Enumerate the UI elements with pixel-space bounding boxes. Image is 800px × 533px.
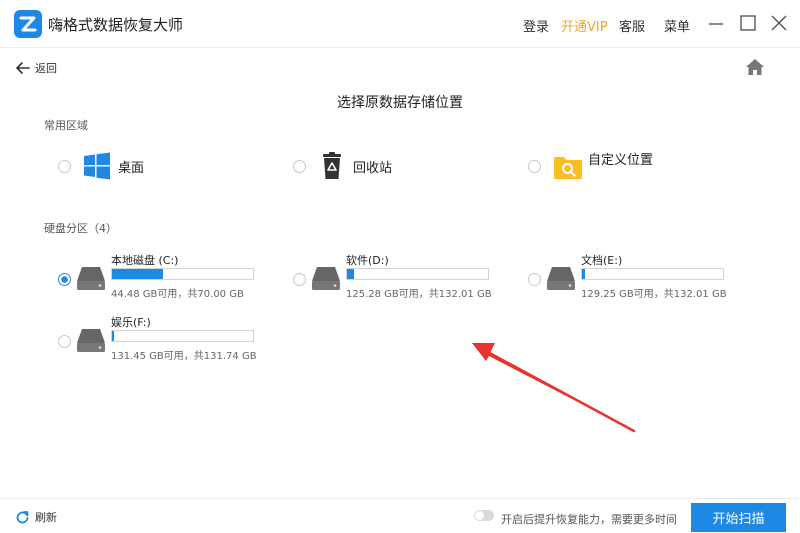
drive-name: 本地磁盘 (C:) [111, 254, 179, 267]
hard-disk-icon [75, 326, 107, 354]
drive-name: 娱乐(F:) [111, 316, 151, 329]
app-title: 嗨格式数据恢复大师 [48, 16, 184, 34]
menu-link[interactable]: 菜单 [664, 16, 690, 35]
title-bar: 嗨格式数据恢复大师 登录 开通VIP 客服 菜单 [0, 0, 800, 48]
back-button[interactable]: 返回 [16, 60, 57, 76]
home-icon[interactable] [745, 58, 765, 76]
drive-radio[interactable] [293, 273, 306, 286]
refresh-icon [16, 510, 29, 523]
drive-item-c[interactable]: 本地磁盘 (C:) 44.48 GB可用，共70.00 GB [58, 252, 258, 308]
drive-name: 文档(E:) [581, 254, 623, 267]
drive-capacity: 125.28 GB可用，共132.01 GB [346, 289, 492, 300]
common-section-label: 常用区域 [44, 119, 88, 132]
drive-usage-fill [347, 269, 355, 279]
hard-disk-icon [310, 264, 342, 292]
login-link[interactable]: 登录 [523, 16, 549, 35]
app-logo-icon [14, 10, 42, 38]
desktop-label: 桌面 [118, 160, 145, 176]
arrow-left-icon [16, 62, 30, 74]
drive-usage-bar [346, 268, 489, 280]
hard-disk-icon [75, 264, 107, 292]
drive-usage-fill [582, 269, 585, 279]
drive-item-e[interactable]: 文档(E:) 129.25 GB可用，共132.01 GB [528, 252, 728, 308]
refresh-label: 刷新 [35, 511, 57, 524]
enhanced-recovery-label: 开启后提升恢复能力，需要更多时间 [501, 513, 677, 526]
drive-radio[interactable] [58, 273, 71, 286]
maximize-icon[interactable] [737, 12, 759, 34]
drive-radio[interactable] [528, 273, 541, 286]
drive-capacity: 129.25 GB可用，共132.01 GB [581, 289, 727, 300]
hard-disk-icon [545, 264, 577, 292]
drive-item-d[interactable]: 软件(D:) 125.28 GB可用，共132.01 GB [293, 252, 493, 308]
enhanced-recovery-toggle[interactable] [474, 510, 494, 521]
custom-location-label: 自定义位置 [588, 152, 654, 168]
drive-capacity: 131.45 GB可用，共131.74 GB [111, 351, 257, 362]
drive-capacity: 44.48 GB可用，共70.00 GB [111, 289, 244, 300]
back-label: 返回 [35, 62, 57, 75]
location-desktop[interactable]: 桌面 [58, 151, 144, 181]
page-title: 选择原数据存储位置 [337, 95, 463, 111]
windows-icon [82, 151, 112, 181]
location-custom[interactable]: 自定义位置 [528, 151, 653, 181]
recycle-bin-icon [317, 151, 347, 181]
drive-usage-fill [112, 269, 164, 279]
drive-radio[interactable] [58, 335, 71, 348]
custom-location-radio[interactable] [528, 159, 541, 173]
footer-bar: 刷新 开启后提升恢复能力，需要更多时间 开始扫描 [0, 498, 800, 533]
minimize-icon[interactable] [705, 12, 727, 34]
desktop-radio[interactable] [58, 159, 71, 173]
drive-usage-bar [581, 268, 724, 280]
drive-usage-bar [111, 268, 254, 280]
drive-item-f[interactable]: 娱乐(F:) 131.45 GB可用，共131.74 GB [58, 314, 258, 370]
folder-search-icon [552, 151, 582, 181]
drives-section-label: 硬盘分区（4） [44, 222, 117, 235]
drive-usage-bar [111, 330, 254, 342]
vip-link[interactable]: 开通VIP [561, 16, 608, 35]
customer-service-link[interactable]: 客服 [619, 16, 645, 35]
close-icon[interactable] [768, 12, 790, 34]
location-recycle-bin[interactable]: 回收站 [293, 151, 392, 181]
recycle-bin-radio[interactable] [293, 159, 306, 173]
recycle-bin-label: 回收站 [353, 160, 393, 176]
drive-usage-fill [112, 331, 114, 341]
refresh-button[interactable]: 刷新 [16, 509, 57, 525]
start-scan-button[interactable]: 开始扫描 [691, 503, 786, 532]
drive-name: 软件(D:) [346, 254, 389, 267]
